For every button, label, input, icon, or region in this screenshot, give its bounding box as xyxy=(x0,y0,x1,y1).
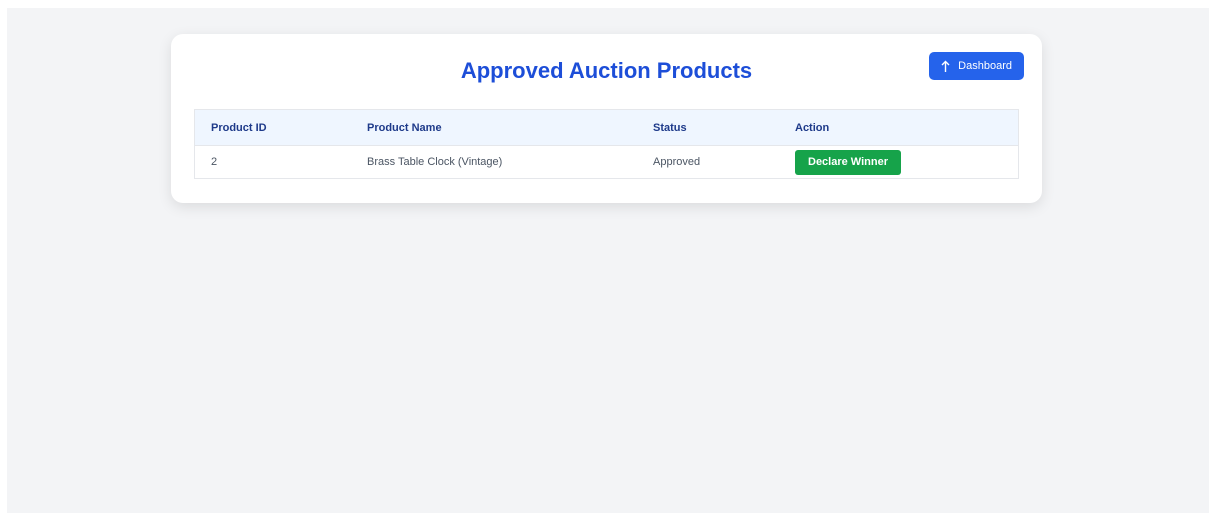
cell-product-name: Brass Table Clock (Vintage) xyxy=(351,145,637,178)
cell-action: Declare Winner xyxy=(779,145,1018,178)
products-table: Product ID Product Name Status Action 2 … xyxy=(195,110,1018,178)
arrow-up-icon xyxy=(941,60,950,73)
header-product-id: Product ID xyxy=(211,121,267,134)
dashboard-button[interactable]: Dashboard xyxy=(929,52,1024,80)
products-table-wrapper: Product ID Product Name Status Action 2 … xyxy=(194,109,1019,179)
table-row: 2 Brass Table Clock (Vintage) Approved D… xyxy=(195,145,1018,178)
page-title: Approved Auction Products xyxy=(460,58,753,83)
cell-product-id: 2 xyxy=(195,145,351,178)
approved-products-card: Approved Auction Products Dashboard Prod… xyxy=(171,34,1042,203)
header-product-name: Product Name xyxy=(367,121,442,134)
cell-status: Approved xyxy=(637,145,779,178)
page-viewport: Approved Auction Products Dashboard Prod… xyxy=(7,8,1209,513)
header-action: Action xyxy=(795,121,830,134)
dashboard-button-label: Dashboard xyxy=(958,60,1012,72)
table-header-row: Product ID Product Name Status Action xyxy=(195,110,1018,146)
declare-winner-button[interactable]: Declare Winner xyxy=(795,149,901,175)
header-status: Status xyxy=(653,121,687,134)
